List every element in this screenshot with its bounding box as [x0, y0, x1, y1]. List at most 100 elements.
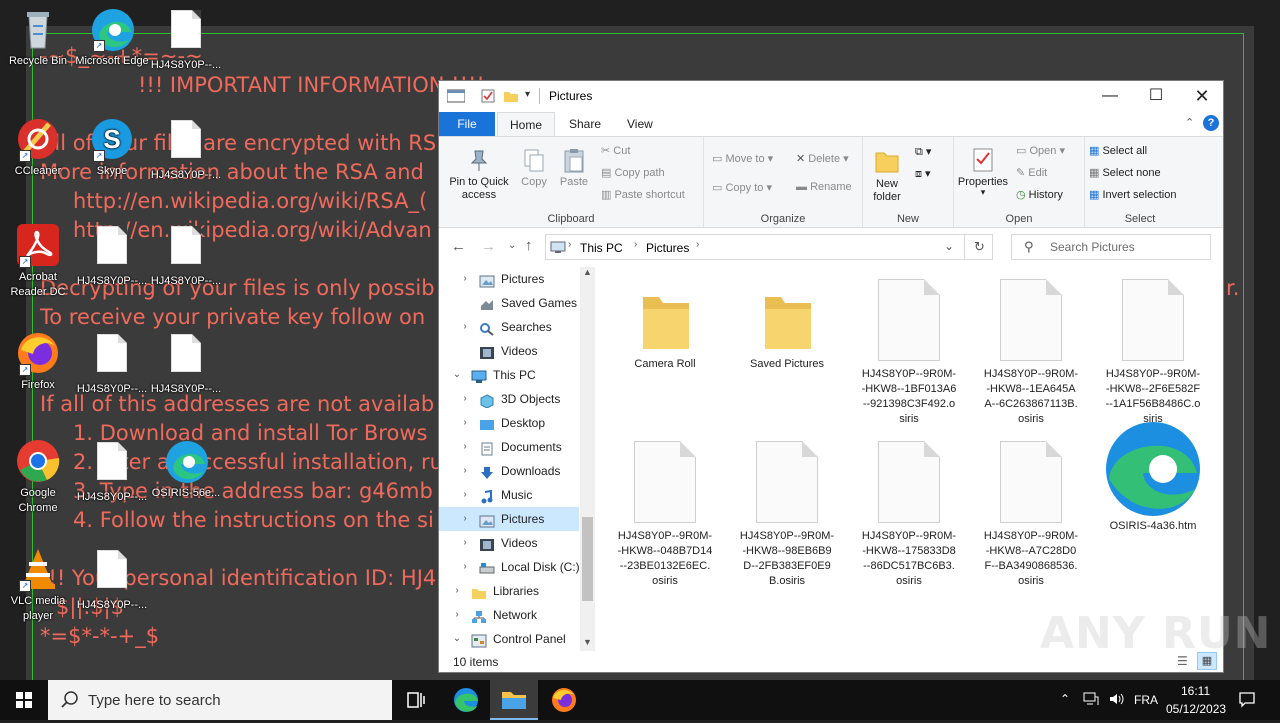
desktop-icon-file[interactable]: HJ4S8Y0P--... — [74, 330, 150, 397]
nav-item-searches[interactable]: › Searches — [439, 315, 579, 339]
refresh-icon[interactable]: ↻ — [974, 239, 985, 255]
task-view-button[interactable] — [392, 680, 440, 720]
show-hidden-icons-chevron-icon[interactable]: ⌃ — [1060, 692, 1070, 706]
desktop-icon-firefox[interactable]: ↗ Firefox — [0, 330, 76, 393]
clock-time[interactable]: 16:11 — [1181, 684, 1210, 698]
select-all-button[interactable]: ▦ Select all — [1089, 144, 1147, 157]
close-icon[interactable]: ✕ — [1179, 81, 1225, 112]
rename-button[interactable]: ▬ Rename — [796, 181, 852, 193]
nav-item-videos[interactable]: › Videos — [439, 531, 579, 555]
forward-arrow-icon[interactable]: → — [481, 238, 496, 255]
maximize-icon[interactable]: ☐ — [1133, 81, 1179, 112]
help-icon[interactable]: ? — [1203, 115, 1219, 131]
copy-button[interactable]: Copy — [517, 147, 551, 188]
recent-locations-icon[interactable]: ⌄ — [508, 240, 516, 251]
nav-scrollbar[interactable]: ▲ ▼ — [580, 267, 595, 651]
title-bar[interactable]: ▾ Pictures — ☐ ✕ — [439, 81, 1223, 112]
open-button[interactable]: ▭ Open ▾ — [1016, 144, 1065, 157]
nav-item-libraries[interactable]: › Libraries — [439, 579, 579, 603]
desktop-icon-recycle-bin[interactable]: Recycle Bin — [0, 6, 76, 69]
clock-date[interactable]: 05/12/2023 — [1166, 702, 1226, 716]
notifications-icon[interactable] — [1238, 690, 1256, 711]
scroll-down-icon[interactable]: ▼ — [583, 637, 592, 647]
nav-item-pictures[interactable]: › Pictures — [439, 507, 579, 531]
up-arrow-icon[interactable]: ↑ — [525, 237, 533, 254]
delete-button[interactable]: ✕ Delete ▾ — [796, 152, 849, 165]
copy-to-button[interactable]: ▭ Copy to ▾ — [712, 181, 772, 194]
nav-item-control-panel[interactable]: ⌄ Control Panel — [439, 627, 579, 651]
file-item[interactable]: HJ4S8Y0P--9R0M--HKW8--048B7D14--23BE0132… — [611, 429, 719, 589]
file-item[interactable]: HJ4S8Y0P--9R0M--HKW8--1BF013A6--921398C3… — [855, 267, 963, 427]
tab-home[interactable]: Home — [497, 112, 556, 136]
new-folder-button[interactable]: New folder — [869, 147, 905, 204]
desktop-icon-vlc[interactable]: ↗ VLC media player — [0, 546, 76, 624]
language-indicator[interactable]: FRA — [1134, 693, 1158, 707]
desktop-icon-file[interactable]: HJ4S8Y0P--... — [74, 222, 150, 289]
nav-item-3d-objects[interactable]: › 3D Objects — [439, 387, 579, 411]
properties-quick-icon[interactable] — [481, 89, 495, 106]
tab-view[interactable]: View — [615, 112, 665, 136]
desktop-icon-file[interactable]: HJ4S8Y0P--... — [148, 116, 224, 183]
desktop-icon-file[interactable]: HJ4S8Y0P--... — [148, 330, 224, 397]
nav-item-music[interactable]: › Music — [439, 483, 579, 507]
address-box[interactable]: › This PC › Pictures › ⌄ ↻ — [545, 234, 993, 260]
file-item[interactable]: HJ4S8Y0P--9R0M--HKW8--98EB6B9D--2FB383EF… — [733, 429, 841, 589]
desktop-icon-acrobat[interactable]: ↗ Acrobat Reader DC — [0, 222, 76, 300]
address-dropdown-icon[interactable]: ⌄ — [944, 239, 954, 253]
minimize-icon[interactable]: — — [1087, 81, 1133, 112]
taskbar-firefox[interactable] — [540, 680, 588, 720]
new-folder-quick-icon[interactable] — [503, 89, 519, 106]
move-to-button[interactable]: ▭ Move to ▾ — [712, 152, 773, 165]
taskbar-search-box[interactable]: Type here to search — [48, 680, 392, 720]
desktop-icon-edge[interactable]: ↗ Microsoft Edge — [74, 6, 150, 69]
pin-quick-access-button[interactable]: Pin to Quick access — [443, 147, 515, 202]
desktop-icon-osiris-htm[interactable]: OSIRIS-56e... — [148, 438, 224, 501]
nav-item-desktop[interactable]: › Desktop — [439, 411, 579, 435]
taskbar-edge[interactable] — [442, 680, 490, 720]
new-item-button[interactable]: ⧉ ▾ — [915, 145, 931, 159]
breadcrumb-this-pc[interactable]: This PC — [580, 241, 623, 255]
desktop-icon-file[interactable]: HJ4S8Y0P--... — [148, 6, 224, 73]
properties-button[interactable]: Properties ▾ — [954, 147, 1012, 197]
desktop-icon-ccleaner[interactable]: ↗ CCleaner — [0, 116, 76, 179]
history-button[interactable]: ◷ History — [1016, 188, 1063, 201]
back-arrow-icon[interactable]: ← — [451, 238, 466, 255]
easy-access-button[interactable]: ⧈ ▾ — [915, 167, 931, 181]
nav-item-network[interactable]: › Network — [439, 603, 579, 627]
breadcrumb-pictures[interactable]: Pictures — [646, 241, 689, 255]
collapse-ribbon-icon[interactable]: ⌃ — [1185, 116, 1194, 129]
nav-item-pictures-quick[interactable]: › Pictures — [439, 267, 579, 291]
nav-item-this-pc[interactable]: ⌄ This PC — [439, 363, 579, 387]
desktop-icon-file[interactable]: HJ4S8Y0P--... — [74, 438, 150, 505]
invert-selection-button[interactable]: ▦ Invert selection — [1089, 188, 1176, 201]
desktop-icon-chrome[interactable]: Google Chrome — [0, 438, 76, 516]
start-button[interactable] — [0, 680, 48, 720]
select-none-button[interactable]: ▦ Select none — [1089, 166, 1161, 179]
tab-file[interactable]: File — [439, 112, 495, 136]
volume-icon[interactable] — [1108, 691, 1124, 710]
desktop-icon-file[interactable]: HJ4S8Y0P--... — [74, 546, 150, 613]
file-item[interactable]: HJ4S8Y0P--9R0M--HKW8--1EA645AA--6C263867… — [977, 267, 1085, 427]
search-input[interactable]: ⚲ Search Pictures — [1011, 234, 1211, 260]
network-status-icon[interactable] — [1083, 691, 1099, 710]
cut-button[interactable]: ✂ Cut — [601, 144, 630, 157]
file-item[interactable]: OSIRIS-4a36.htm — [1099, 422, 1207, 534]
nav-item-saved-games[interactable]: Saved Games — [439, 291, 579, 315]
folder-item[interactable]: Saved Pictures — [733, 267, 841, 372]
copy-path-button[interactable]: ▤ Copy path — [601, 166, 665, 179]
nav-scroll-thumb[interactable] — [582, 517, 593, 601]
desktop-icon-file[interactable]: HJ4S8Y0P--... — [148, 222, 224, 289]
desktop-icon-skype[interactable]: S ↗ Skype — [74, 116, 150, 179]
nav-item-downloads[interactable]: › Downloads — [439, 459, 579, 483]
folder-item[interactable]: Camera Roll — [611, 267, 719, 372]
tab-share[interactable]: Share — [557, 112, 613, 136]
paste-shortcut-button[interactable]: ▥ Paste shortcut — [601, 188, 685, 201]
file-item[interactable]: HJ4S8Y0P--9R0M--HKW8--175833D8--86DC517B… — [855, 429, 963, 589]
file-item[interactable]: HJ4S8Y0P--9R0M--HKW8--A7C28D0F--BA349086… — [977, 429, 1085, 589]
paste-button[interactable]: Paste — [555, 147, 593, 188]
taskbar-file-explorer[interactable] — [490, 680, 538, 720]
nav-item-documents[interactable]: › Documents — [439, 435, 579, 459]
scroll-up-icon[interactable]: ▲ — [583, 267, 592, 277]
nav-item-local-disk[interactable]: › Local Disk (C:) — [439, 555, 579, 579]
file-item[interactable]: HJ4S8Y0P--9R0M--HKW8--2F6E582F--1A1F56B8… — [1099, 267, 1207, 427]
